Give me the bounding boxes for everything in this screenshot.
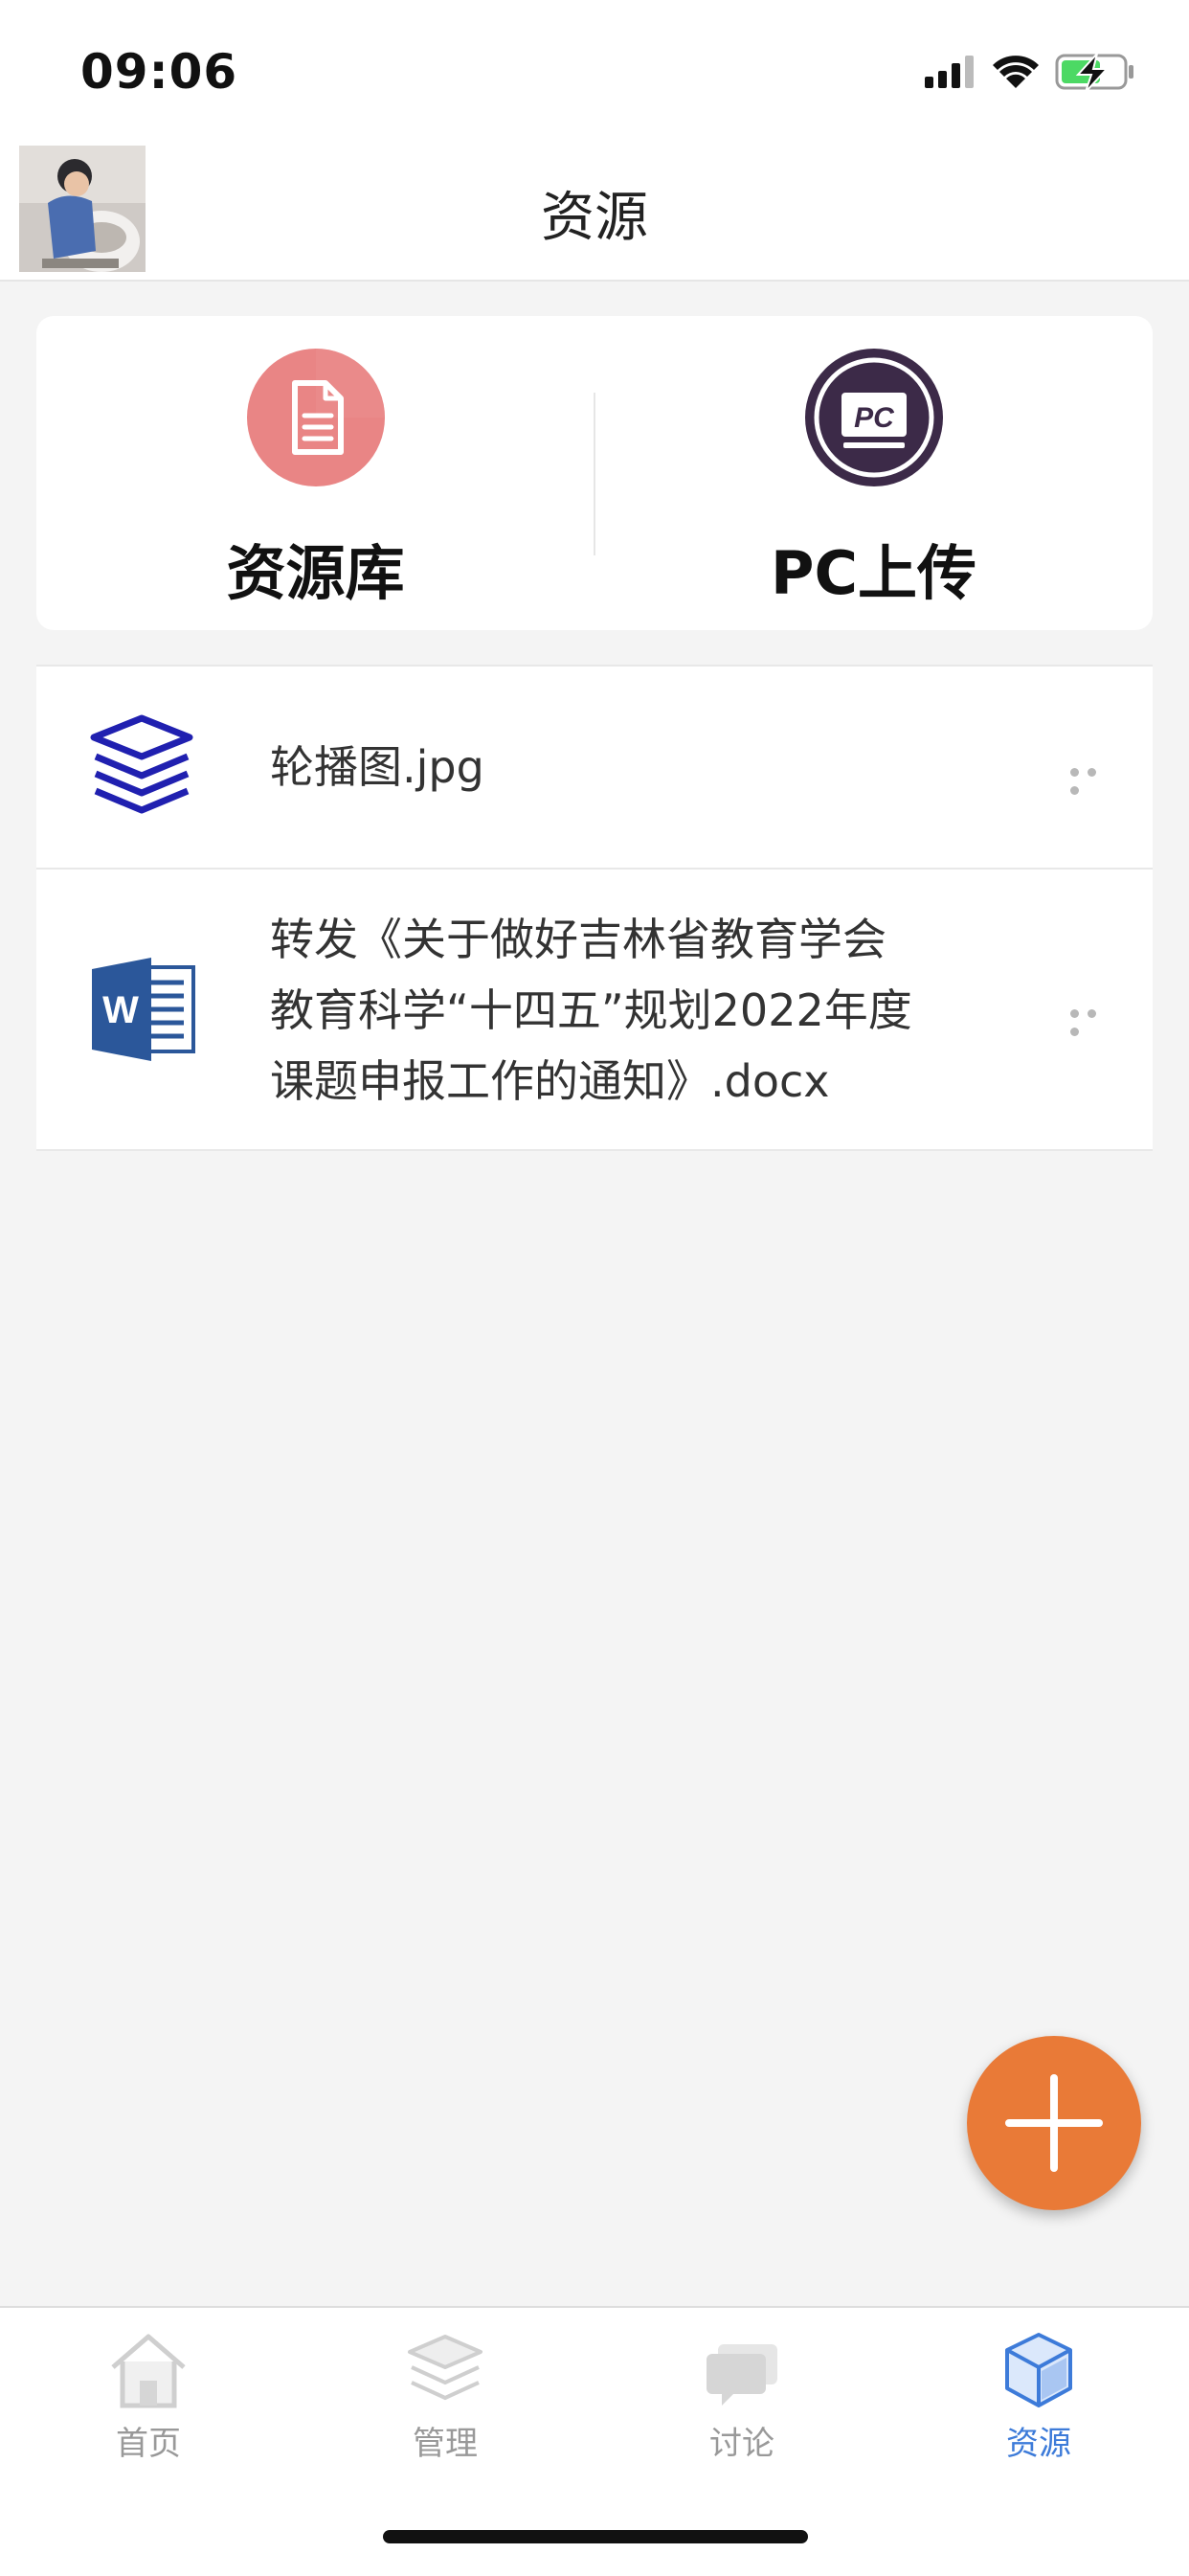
signal-icon: [925, 56, 974, 88]
svg-text:PC: PC: [854, 402, 895, 434]
word-icon: W: [92, 958, 195, 1061]
pc-icon: PC: [805, 349, 943, 486]
file-list: 轮播图.jpg W 转发《关于做好吉林省教育学会 教育科学“十四五”规划2022…: [36, 665, 1153, 1151]
list-item[interactable]: 轮播图.jpg: [36, 667, 1153, 870]
page-title: 资源: [541, 187, 648, 249]
layers-icon: [90, 714, 193, 814]
quick-actions-card: 资源库 PC PC上传: [36, 316, 1153, 630]
tab-resources[interactable]: 资源: [890, 2308, 1187, 2499]
resource-library-button[interactable]: 资源库: [36, 316, 594, 630]
tab-label: 讨论: [709, 2425, 774, 2463]
chat-icon: [707, 2344, 777, 2406]
tab-label: 管理: [413, 2425, 478, 2463]
file-name: 轮播图.jpg: [270, 741, 484, 793]
layers-icon: [408, 2335, 482, 2401]
more-options-button[interactable]: [1070, 762, 1118, 795]
pc-upload-label: PC上传: [771, 538, 976, 608]
resource-library-label: 资源库: [226, 538, 405, 608]
file-name: 转发《关于做好吉林省教育学会 教育科学“十四五”规划2022年度 课题申报工作的…: [270, 914, 912, 1107]
status-bar: 09:06: [0, 0, 1189, 144]
status-icons: [925, 53, 1133, 92]
wifi-icon: [993, 56, 1039, 88]
tab-discussion[interactable]: 讨论: [594, 2308, 890, 2499]
battery-charging-icon: [1055, 53, 1133, 92]
status-time: 09:06: [80, 44, 238, 100]
document-icon: [247, 349, 385, 486]
nav-bar: 资源: [0, 144, 1189, 282]
home-indicator: [383, 2530, 808, 2543]
add-button[interactable]: [967, 2036, 1141, 2210]
list-item[interactable]: W 转发《关于做好吉林省教育学会 教育科学“十四五”规划2022年度 课题申报工…: [36, 870, 1153, 1151]
more-options-button[interactable]: [1070, 1004, 1118, 1036]
tab-label: 首页: [116, 2425, 181, 2463]
plus-icon: [1005, 2074, 1103, 2172]
tab-home[interactable]: 首页: [0, 2308, 297, 2499]
tab-label: 资源: [1006, 2425, 1071, 2463]
tab-bar: 首页 管理 讨论 资源: [0, 2306, 1189, 2576]
tab-manage[interactable]: 管理: [297, 2308, 594, 2499]
home-icon: [111, 2334, 186, 2408]
pc-upload-button[interactable]: PC PC上传: [594, 316, 1153, 630]
cube-icon: [1005, 2333, 1072, 2407]
svg-text:W: W: [102, 989, 139, 1031]
